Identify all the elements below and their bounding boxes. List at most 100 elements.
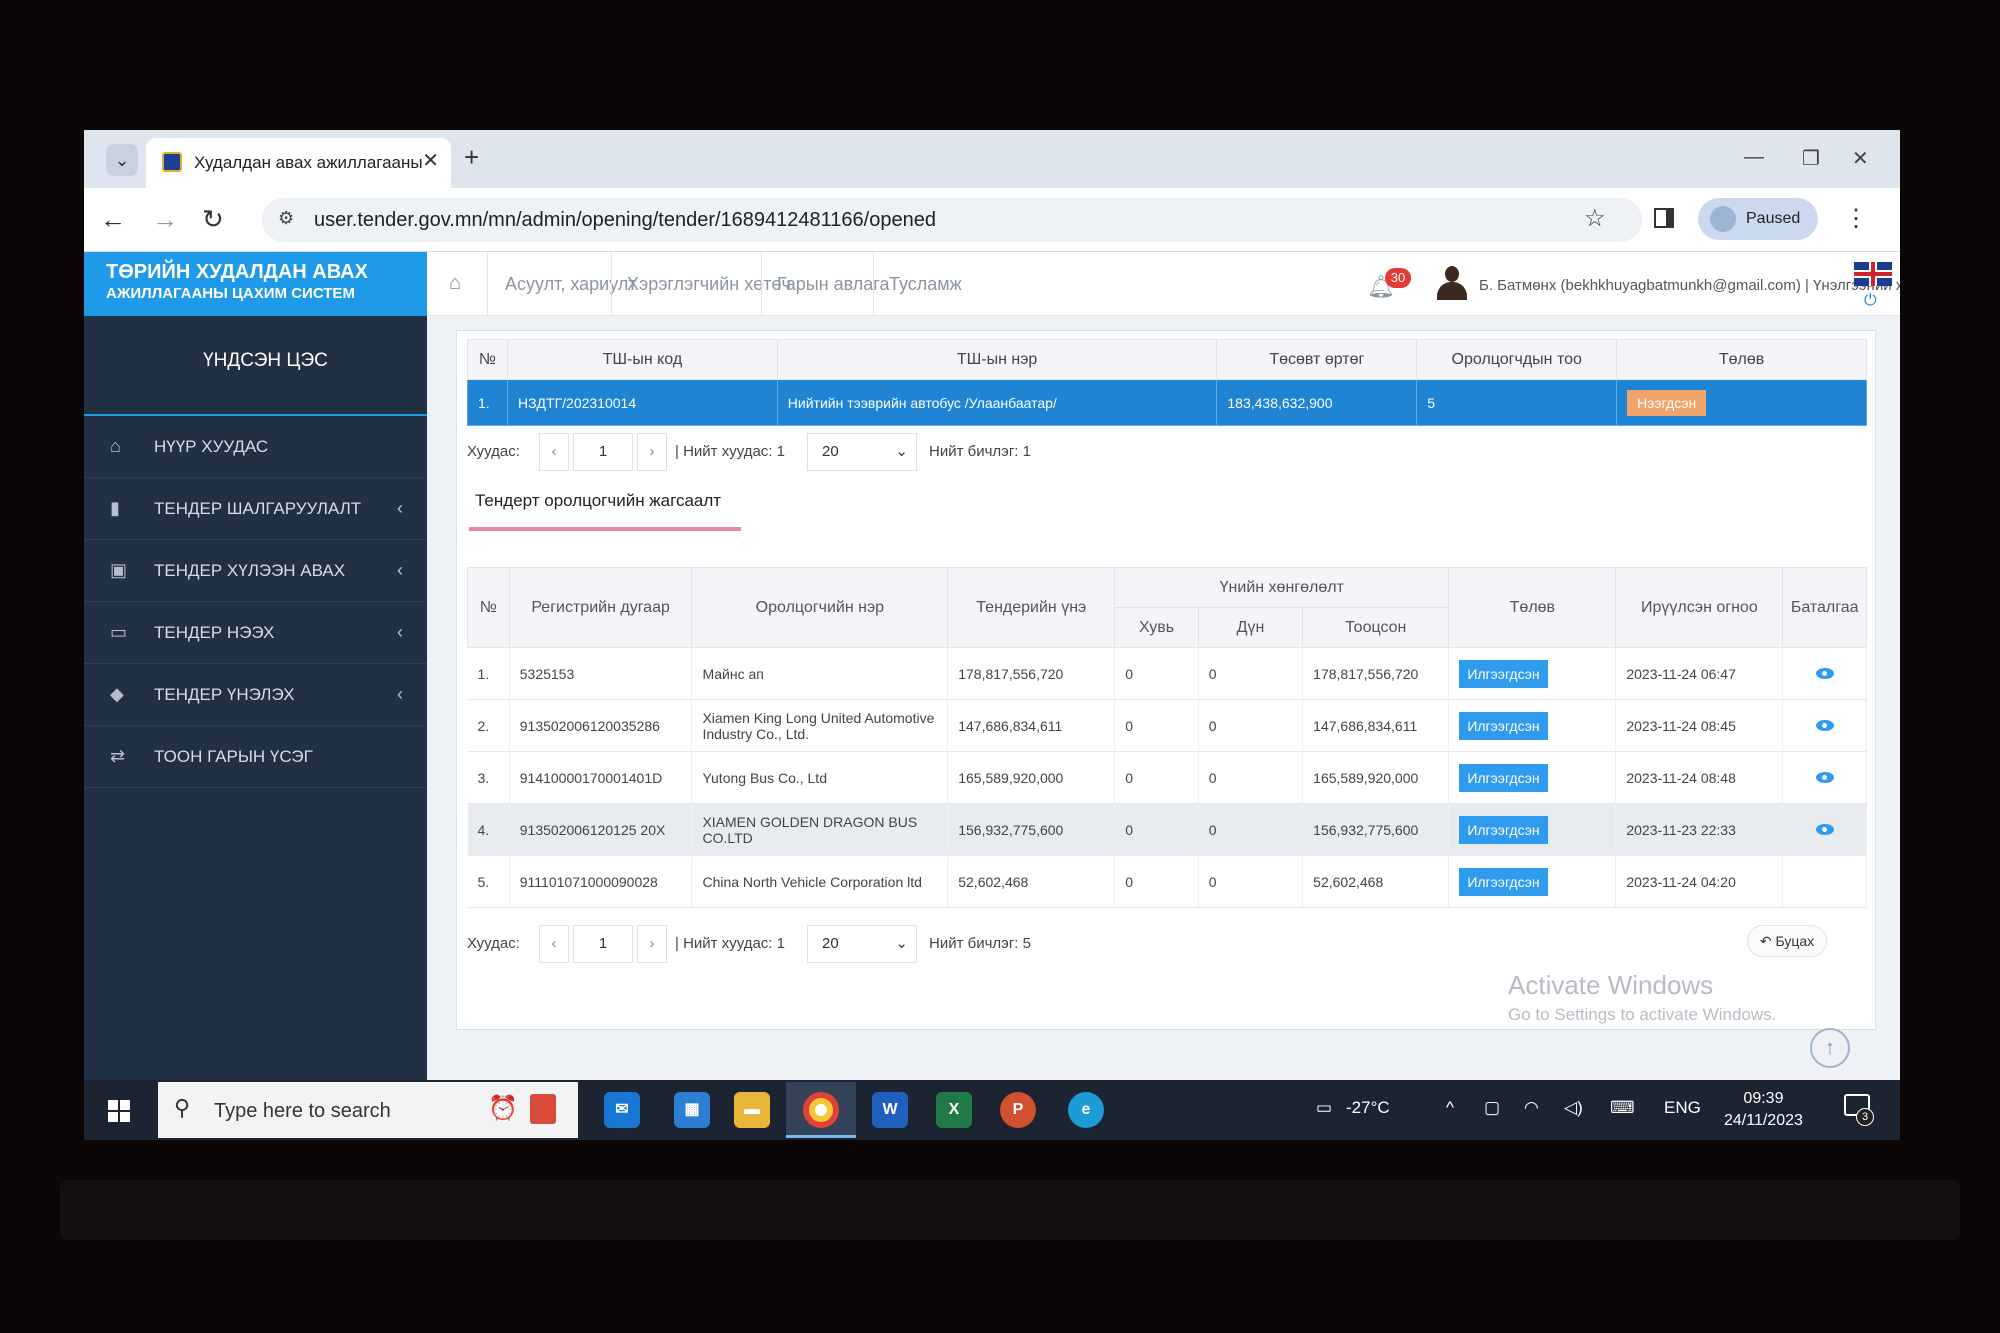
network-icon[interactable]: ◠ — [1524, 1098, 1539, 1118]
cell-pct: 0 — [1114, 803, 1199, 856]
uk-flag-icon[interactable] — [1854, 262, 1892, 286]
weather-temperature[interactable]: -27°C — [1346, 1098, 1390, 1118]
sidebar-item-tender-receive[interactable]: ▣ ТЕНДЕР ХҮЛЭЭН АВАХ ‹ — [84, 540, 427, 602]
meet-icon[interactable]: ▢ — [1484, 1098, 1500, 1118]
tab-participants[interactable]: Тендерт оролцогчийн жагсаалт — [475, 491, 721, 511]
cell-amount: 0 — [1198, 751, 1304, 804]
edge-icon[interactable]: e — [1068, 1092, 1104, 1128]
sidebar-item-home[interactable]: ⌂ НҮҮР ХУУДАС — [84, 416, 427, 478]
address-bar[interactable]: ⚙ user.tender.gov.mn/mn/admin/opening/te… — [262, 198, 1642, 242]
table-row[interactable]: 4. 913502006120125 20X XIAMEN GOLDEN DRA… — [467, 803, 1867, 856]
cell-pct: 0 — [1114, 699, 1199, 752]
sidebar-item-digital-signature[interactable]: ⇄ ТООН ГАРЫН ҮСЭГ — [84, 726, 427, 788]
page-input[interactable]: 1 — [573, 925, 633, 963]
page-size-select[interactable]: 20 ⌄ — [807, 925, 917, 963]
prev-page-button[interactable]: ‹ — [539, 433, 569, 471]
table-row-selected[interactable]: 1. НЗДТГ/202310014 Нийтийн тээврийн авто… — [467, 379, 1867, 426]
col-status: Төлөв — [1448, 567, 1617, 648]
total-pages: | Нийт хуудас: 1 — [675, 443, 785, 460]
cell-code: НЗДТГ/202310014 — [506, 379, 778, 426]
reload-icon[interactable]: ↻ — [202, 204, 224, 235]
page-size-select[interactable]: 20 ⌄ — [807, 433, 917, 471]
cell-name: Нийтийн тээврийн автобус /Улаанбаатар/ — [776, 379, 1218, 426]
col-status: Төлөв — [1616, 339, 1867, 380]
table-row[interactable]: 5. 911101071000090028 China North Vehicl… — [467, 855, 1867, 908]
power-icon[interactable]: ⏻ — [1864, 292, 1877, 310]
cell-status: Илгээгдсэн — [1448, 751, 1617, 804]
back-arrow-icon[interactable]: ← — [100, 204, 126, 235]
chevron-left-icon: ‹ — [397, 560, 403, 580]
start-button[interactable] — [108, 1100, 130, 1122]
nav-help[interactable]: Тусламж — [889, 274, 962, 295]
tag-icon: ◆ — [110, 684, 124, 704]
cell-name: Xiamen King Long United Automotive Indus… — [691, 699, 949, 752]
keyboard-icon[interactable]: ⌨ — [1610, 1098, 1635, 1118]
user-info-dropdown[interactable]: Б. Батмөнх (bekhkhuyagbatmunkh@gmail.com… — [1479, 276, 1900, 294]
browser-menu-icon[interactable]: ⋮ — [1844, 204, 1868, 233]
cell-name: Майнс ап — [691, 647, 949, 700]
mail-icon[interactable]: ✉ — [604, 1092, 640, 1128]
browser-tab[interactable]: Худалдан авах ажиллагааны ✕ — [146, 138, 451, 188]
forward-arrow-icon[interactable]: → — [152, 204, 178, 235]
notification-count-badge: 3 — [1856, 1108, 1874, 1126]
sidebar-item-tender-evaluate[interactable]: ◆ ТЕНДЕР ҮНЭЛЭХ ‹ — [84, 664, 427, 726]
back-button[interactable]: ↶ Буцах — [1747, 925, 1827, 957]
close-window-button[interactable]: ✕ — [1852, 146, 1869, 171]
eye-icon[interactable] — [1815, 719, 1834, 731]
store-icon[interactable]: ▦ — [674, 1092, 710, 1128]
eye-icon[interactable] — [1815, 667, 1834, 679]
watermark-line2: Go to Settings to activate Windows. — [1508, 1005, 1777, 1024]
table-row[interactable]: 1. 5325153 Майнс ап 178,817,556,720 0 0 … — [467, 647, 1867, 700]
profile-paused-button[interactable]: Paused — [1698, 198, 1818, 240]
new-tab-button[interactable]: + — [464, 142, 479, 173]
input-language[interactable]: ENG — [1664, 1098, 1701, 1118]
prev-page-button[interactable]: ‹ — [539, 925, 569, 963]
cell-pct: 0 — [1114, 647, 1199, 700]
chevron-left-icon: ‹ — [397, 684, 403, 704]
home-icon[interactable]: ⌂ — [449, 272, 469, 294]
table-row[interactable]: 3. 91410000170001401D Yutong Bus Co., Lt… — [467, 751, 1867, 804]
file-explorer-icon[interactable]: ▬ — [734, 1092, 770, 1128]
chrome-icon[interactable] — [803, 1092, 839, 1128]
bookmark-star-icon[interactable]: ☆ — [1584, 204, 1606, 233]
tab-underline — [469, 527, 741, 531]
file-icon: ▮ — [110, 498, 120, 518]
eye-icon[interactable] — [1815, 771, 1834, 783]
cell-date: 2023-11-24 06:47 — [1615, 647, 1784, 700]
taskbar-clock[interactable]: 09:39 24/11/2023 — [1724, 1088, 1803, 1132]
word-icon[interactable]: W — [872, 1092, 908, 1128]
main-content: № ТШ-ын код ТШ-ын нэр Төсөвт өртөг Оролц… — [456, 330, 1876, 1030]
status-badge: Илгээгдсэн — [1459, 763, 1548, 792]
sidebar-item-tender-selection[interactable]: ▮ ТЕНДЕР ШАЛГАРУУЛАЛТ ‹ — [84, 478, 427, 540]
site-info-icon[interactable]: ⚙ — [278, 208, 294, 229]
status-badge: Илгээгдсэн — [1459, 659, 1548, 688]
side-panel-icon[interactable] — [1654, 208, 1674, 228]
sidebar: ҮНДСЭН ЦЭС ⌂ НҮҮР ХУУДАС ▮ ТЕНДЕР ШАЛГАР… — [84, 316, 427, 1140]
cell-confirm — [1782, 855, 1867, 908]
volume-icon[interactable]: ◁) — [1564, 1098, 1583, 1118]
eye-icon[interactable] — [1815, 823, 1834, 835]
excel-icon[interactable]: X — [936, 1092, 972, 1128]
table-row[interactable]: 2. 913502006120035286 Xiamen King Long U… — [467, 699, 1867, 752]
next-page-button[interactable]: › — [637, 433, 667, 471]
chevron-up-icon[interactable]: ^ — [1446, 1098, 1454, 1118]
restore-button[interactable]: ❐ — [1802, 146, 1820, 171]
tab-search-button[interactable]: ⌄ — [106, 144, 138, 176]
sidebar-item-tender-open[interactable]: ▭ ТЕНДЕР НЭЭХ ‹ — [84, 602, 427, 664]
nav-user-guide[interactable]: Хэрэглэгчийн хөтөч — [627, 274, 791, 295]
minimize-button[interactable]: — — [1744, 146, 1764, 169]
next-page-button[interactable]: › — [637, 925, 667, 963]
weather-icon[interactable]: ▭ — [1316, 1098, 1332, 1118]
taskbar-search[interactable]: ⚲ Type here to search ⏰ — [158, 1082, 578, 1138]
nav-faq[interactable]: Асуулт, хариулт — [505, 274, 637, 295]
powerpoint-icon[interactable]: P — [1000, 1092, 1036, 1128]
site-logo[interactable]: ТӨРИЙН ХУДАЛДАН АВАХ АЖИЛЛАГААНЫ ЦАХИМ С… — [84, 252, 427, 316]
status-badge: Илгээгдсэн — [1459, 867, 1548, 896]
tab-close-icon[interactable]: ✕ — [422, 148, 439, 173]
page-input[interactable]: 1 — [573, 433, 633, 471]
cell-reg: 91410000170001401D — [509, 751, 693, 804]
profile-avatar — [1710, 206, 1736, 232]
user-avatar[interactable] — [1437, 266, 1467, 300]
scroll-to-top-button[interactable]: ↑ — [1810, 1028, 1850, 1068]
clock-time: 09:39 — [1743, 1090, 1784, 1107]
